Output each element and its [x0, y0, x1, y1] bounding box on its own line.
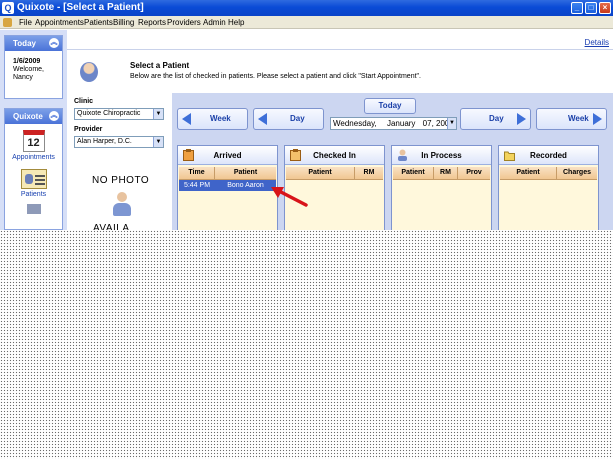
header-divider	[67, 49, 613, 50]
appointments-label: Appointments	[12, 154, 55, 161]
menu-providers[interactable]: Providers	[167, 17, 201, 28]
user-name: Nancy	[13, 74, 33, 81]
arrow-right-icon	[593, 113, 602, 125]
today-panel-header[interactable]: Today ︽	[5, 36, 62, 51]
minimize-button[interactable]: _	[571, 2, 583, 14]
menu-file[interactable]: File	[19, 17, 32, 28]
in-process-columns: Patient RM Prov	[393, 167, 490, 180]
next-week-button[interactable]: Week	[536, 108, 607, 130]
no-photo-text: NO PHOTO	[92, 175, 150, 186]
menu-admin[interactable]: Admin	[203, 17, 226, 28]
recorded-columns: Patient Charges	[500, 167, 597, 180]
in-process-panel: In Process Patient RM Prov	[391, 145, 492, 233]
next-day-label: Day	[489, 114, 504, 123]
menu-help[interactable]: Help	[228, 17, 244, 28]
patient-card-icon	[20, 169, 47, 189]
recorded-header: Recorded	[499, 146, 598, 165]
clinic-value: Quixote Chiropractic	[77, 110, 141, 117]
date-rest: 07, 200	[422, 119, 450, 128]
clinic-select[interactable]: Quixote Chiropractic ▼	[74, 108, 164, 120]
quixote-panel-title: Quixote	[13, 112, 43, 121]
prev-week-label: Week	[210, 114, 231, 123]
checked-in-columns: Patient RM	[286, 167, 383, 180]
app-icon: Q	[2, 2, 14, 14]
provider-value: Alan Harper, D.C.	[77, 138, 132, 145]
menu-billing[interactable]: Billing	[113, 17, 134, 28]
collapse-icon[interactable]: ︽	[49, 38, 59, 48]
window-title: Quixote - [Select a Patient]	[17, 2, 144, 13]
column-header-patient[interactable]: Patient	[286, 167, 355, 179]
menu-bar: File Appointments Patients Billing Repor…	[0, 16, 613, 29]
recorded-title: Recorded	[530, 151, 567, 160]
arrived-header: Arrived	[178, 146, 277, 165]
calculator-icon[interactable]	[26, 204, 41, 214]
arrow-right-icon	[517, 113, 526, 125]
collapse-icon[interactable]: ︽	[49, 111, 59, 121]
menu-patients[interactable]: Patients	[84, 17, 113, 28]
welcome-text: Welcome,	[13, 66, 44, 73]
date-picker[interactable]: Wednesday, January 07, 200 ▼	[330, 117, 457, 130]
quixote-panel: Quixote ︽ 12 Appointments Patients	[4, 108, 63, 230]
chevron-down-icon[interactable]: ▼	[447, 118, 456, 129]
next-week-label: Week	[568, 114, 589, 123]
prev-day-button[interactable]: Day	[253, 108, 324, 130]
recorded-panel: Recorded Patient Charges	[498, 145, 599, 233]
sidebar: Today ︽ 1/6/2009 Welcome, Nancy Quixote …	[0, 30, 67, 230]
chevron-down-icon[interactable]: ▼	[153, 137, 163, 147]
provider-label: Provider	[74, 126, 103, 133]
clinic-label: Clinic	[74, 98, 94, 105]
column-header-prov[interactable]: Prov	[458, 167, 490, 179]
arrow-left-icon	[258, 113, 267, 125]
prev-week-button[interactable]: Week	[177, 108, 248, 130]
row-time: 5:44 PM	[183, 182, 211, 189]
menu-reports[interactable]: Reports	[138, 17, 166, 28]
document-icon[interactable]	[3, 18, 12, 27]
column-header-patient[interactable]: Patient	[215, 167, 276, 179]
in-process-title: In Process	[421, 151, 462, 160]
quixote-panel-header[interactable]: Quixote ︽	[5, 109, 62, 124]
checked-in-title: Checked In	[313, 151, 356, 160]
today-date: 1/6/2009	[13, 58, 41, 65]
checked-in-header: Checked In	[285, 146, 384, 165]
person-placeholder-icon	[112, 192, 132, 218]
arrived-title: Arrived	[213, 151, 242, 160]
dotted-overlay	[0, 230, 613, 459]
arrow-left-icon	[182, 113, 191, 125]
table-row[interactable]: 5:44 PM Bono Aaron	[179, 180, 276, 191]
arrived-panel: Arrived Time Patient 5:44 PM Bono Aaron	[177, 145, 278, 233]
close-button[interactable]: ×	[599, 2, 611, 14]
patients-nav-button[interactable]: Patients	[5, 169, 62, 198]
today-panel: Today ︽ 1/6/2009 Welcome, Nancy	[4, 35, 63, 99]
date-month: January	[386, 119, 416, 128]
prev-day-label: Day	[290, 114, 305, 123]
red-arrow-icon	[271, 187, 308, 207]
title-bar: Q Quixote - [Select a Patient] _ □ ×	[0, 0, 613, 16]
provider-select[interactable]: Alan Harper, D.C. ▼	[74, 136, 164, 148]
date-day: Wednesday,	[333, 119, 377, 128]
column-header-charges[interactable]: Charges	[557, 167, 597, 179]
today-panel-title: Today	[13, 39, 36, 48]
menu-appointments[interactable]: Appointments	[35, 17, 84, 28]
column-header-rm[interactable]: RM	[355, 167, 383, 179]
column-header-rm[interactable]: RM	[434, 167, 458, 179]
chevron-down-icon[interactable]: ▼	[153, 109, 163, 119]
details-link[interactable]: Details	[585, 38, 609, 47]
doctor-icon	[80, 62, 98, 82]
page-description: Below are the list of checked in patient…	[130, 73, 421, 80]
calendar-icon: 12	[22, 130, 45, 152]
in-process-header: In Process	[392, 146, 491, 165]
patients-label: Patients	[20, 191, 47, 198]
next-day-button[interactable]: Day	[460, 108, 531, 130]
arrived-columns: Time Patient	[179, 167, 276, 180]
maximize-button[interactable]: □	[585, 2, 597, 14]
row-patient: Bono Aaron	[227, 182, 264, 189]
appointments-nav-button[interactable]: 12 Appointments	[5, 130, 62, 161]
today-button[interactable]: Today	[364, 98, 416, 114]
column-header-patient[interactable]: Patient	[500, 167, 557, 179]
column-header-patient[interactable]: Patient	[393, 167, 434, 179]
page-title: Select a Patient	[130, 61, 190, 70]
column-header-time[interactable]: Time	[179, 167, 215, 179]
